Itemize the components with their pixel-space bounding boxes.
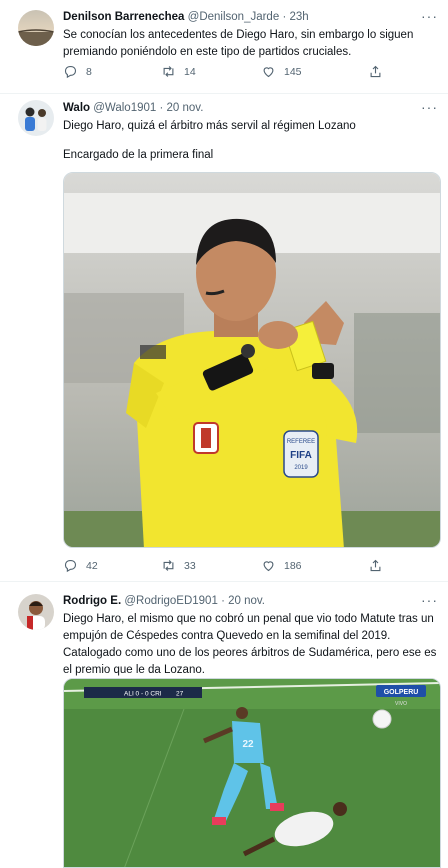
tweet-header: Rodrigo E. @RodrigoED1901 · 20 nov.: [63, 595, 265, 607]
tweet-text: Diego Haro, el mismo que no cobró un pen…: [63, 613, 437, 676]
share-icon: [370, 559, 381, 572]
retweet-button[interactable]: 14: [161, 64, 196, 79]
share-button[interactable]: [368, 558, 383, 573]
tweet-header: Denilson Barrenechea @Denilson_Jarde · 2…: [63, 11, 309, 23]
tweet-2[interactable]: Walo @Walo1901 · 20 nov. ··· Diego Haro,…: [0, 94, 448, 582]
share-button[interactable]: [368, 64, 383, 79]
tweet-photo-referee[interactable]: REFEREE FIFA 2019: [63, 172, 441, 548]
tweet-header: Walo @Walo1901 · 20 nov.: [63, 102, 203, 114]
avatar-denilson[interactable]: [18, 10, 54, 46]
referee-photo: REFEREE FIFA 2019: [64, 173, 440, 547]
tweet-text-line2: Encargado de la primera final: [63, 149, 214, 161]
more-icon[interactable]: ···: [421, 592, 438, 608]
badge-year-text: 2019: [294, 465, 308, 471]
tweet-actions: 42 33 186: [63, 558, 393, 578]
reply-count: 8: [86, 65, 92, 78]
avatar-walo[interactable]: [18, 100, 54, 136]
tweet-time[interactable]: 20 nov.: [228, 595, 265, 607]
reply-icon: [64, 65, 77, 79]
like-count: 186: [284, 559, 302, 572]
retweet-count: 33: [184, 559, 196, 572]
retweet-count: 14: [184, 65, 196, 78]
tweet-video-match[interactable]: ALI 0 - 0 CRI 27 GOLPERU VIVO 22: [63, 678, 441, 868]
like-icon: [263, 67, 274, 78]
separator-dot: ·: [159, 102, 164, 114]
score-text: ALI 0 - 0 CRI: [124, 691, 162, 698]
author-name[interactable]: Denilson Barrenechea: [63, 11, 184, 23]
author-handle[interactable]: @RodrigoED1901: [124, 595, 218, 607]
broadcaster-logo: GOLPERU: [384, 689, 419, 696]
tweet-time[interactable]: 20 nov.: [167, 102, 204, 114]
retweet-icon: [163, 66, 174, 77]
reply-button[interactable]: 42: [63, 558, 98, 573]
author-name[interactable]: Rodrigo E.: [63, 595, 121, 607]
badge-fifa-text: FIFA: [290, 450, 312, 461]
author-name[interactable]: Walo: [63, 102, 90, 114]
like-button[interactable]: 186: [261, 558, 302, 573]
like-count: 145: [284, 65, 302, 78]
tweet-text: Diego Haro, quizá el árbitro más servil …: [63, 120, 356, 132]
reply-icon: [64, 559, 77, 573]
like-icon: [263, 561, 274, 572]
tweet-text: Se conocían los antecedentes de Diego Ha…: [63, 29, 414, 58]
tweet-3[interactable]: Rodrigo E. @RodrigoED1901 · 20 nov. ··· …: [0, 582, 448, 868]
like-button[interactable]: 145: [261, 64, 302, 79]
badge-referee-text: REFEREE: [287, 439, 315, 445]
reply-count: 42: [86, 559, 98, 572]
reply-button[interactable]: 8: [63, 64, 92, 79]
more-icon[interactable]: ···: [421, 8, 438, 24]
share-icon: [370, 65, 381, 78]
more-icon[interactable]: ···: [421, 99, 438, 115]
author-handle[interactable]: @Walo1901: [93, 102, 156, 114]
match-frame: ALI 0 - 0 CRI 27 GOLPERU VIVO 22: [64, 679, 440, 867]
live-label: VIVO: [395, 701, 407, 707]
player-number: 22: [242, 739, 254, 750]
author-handle[interactable]: @Denilson_Jarde: [188, 11, 280, 23]
tweet-1[interactable]: Denilson Barrenechea @Denilson_Jarde · 2…: [0, 0, 448, 94]
tweet-time[interactable]: 23h: [289, 11, 308, 23]
retweet-icon: [163, 560, 174, 571]
retweet-button[interactable]: 33: [161, 558, 196, 573]
tweet-actions: 8 14 145: [63, 64, 393, 84]
avatar-rodrigo[interactable]: [18, 594, 54, 630]
match-clock: 27: [176, 691, 184, 698]
separator-dot: ·: [221, 595, 225, 607]
separator-dot: ·: [282, 11, 287, 23]
